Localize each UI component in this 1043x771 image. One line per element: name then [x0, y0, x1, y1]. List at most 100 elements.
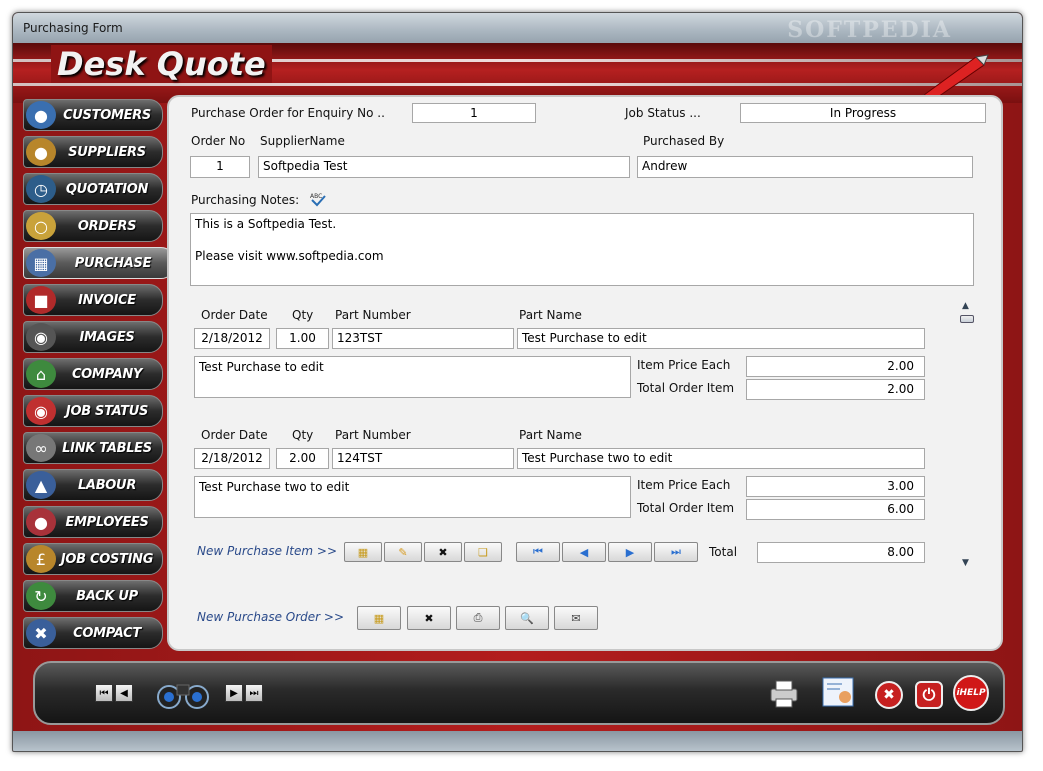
- item-description-field[interactable]: Test Purchase to edit: [194, 356, 631, 398]
- item-price-label: Item Price Each: [637, 358, 731, 372]
- sidebar-item-suppliers[interactable]: ● SUPPLIERS: [23, 136, 163, 168]
- sidebar-item-back-up[interactable]: ↻ BACK UP: [23, 580, 163, 612]
- item-part-name-field[interactable]: Test Purchase two to edit: [517, 448, 925, 469]
- add-order-button[interactable]: ▦: [357, 606, 401, 630]
- previous-item-button[interactable]: ◀: [562, 542, 606, 562]
- add-icon: ▦: [373, 611, 385, 625]
- header-stripe: [13, 83, 1022, 86]
- add-item-button[interactable]: ▦: [344, 542, 382, 562]
- supplier-name-field[interactable]: Softpedia Test: [258, 156, 630, 178]
- sidebar-item-company[interactable]: ⌂ COMPANY: [23, 358, 163, 390]
- delete-item-button[interactable]: ✖: [424, 542, 462, 562]
- employees-icon: ●: [26, 508, 56, 536]
- copy-item-button[interactable]: ❏: [464, 542, 502, 562]
- sidebar-item-label: JOB STATUS: [65, 403, 149, 419]
- printer-icon[interactable]: [767, 677, 801, 709]
- purchasing-notes-field[interactable]: This is a Softpedia Test. Please visit w…: [190, 213, 974, 286]
- item-price-field[interactable]: 2.00: [746, 356, 925, 377]
- copy-icon: ❏: [478, 545, 488, 559]
- supplier-name-label: SupplierName: [260, 134, 345, 148]
- sidebar-item-compact[interactable]: ✖ COMPACT: [23, 617, 163, 649]
- sidebar-item-label: QUOTATION: [65, 181, 149, 197]
- part-number-header: Part Number: [335, 308, 411, 322]
- job-status-field[interactable]: In Progress: [740, 103, 986, 123]
- print-order-button[interactable]: ⎙: [456, 606, 500, 630]
- sidebar-item-labour[interactable]: ▲ LABOUR: [23, 469, 163, 501]
- item-order-date-field[interactable]: 2/18/2012: [194, 448, 270, 469]
- total-order-item-label: Total Order Item: [637, 501, 735, 515]
- total-order-item-field[interactable]: 6.00: [746, 499, 925, 520]
- sidebar-item-quotation[interactable]: ◷ QUOTATION: [23, 173, 163, 205]
- edit-item-button[interactable]: ✎: [384, 542, 422, 562]
- app-logo: Desk Quote: [51, 45, 272, 83]
- quotation-icon: ◷: [26, 175, 56, 203]
- last-item-button[interactable]: ⏭: [654, 542, 698, 562]
- sidebar-item-label: INVOICE: [78, 292, 136, 308]
- sidebar-item-invoice[interactable]: ■ INVOICE: [23, 284, 163, 316]
- sidebar: ● CUSTOMERS ● SUPPLIERS ◷ QUOTATION ○ ORDERS…: [23, 99, 175, 654]
- email-order-button[interactable]: ✉: [554, 606, 598, 630]
- new-purchase-item-link[interactable]: New Purchase Item >>: [197, 544, 337, 558]
- total-label: Total: [709, 545, 738, 559]
- last-record-icon: ⏭: [671, 545, 681, 558]
- order-no-field[interactable]: 1: [190, 156, 250, 178]
- first-item-button[interactable]: ⏮: [516, 542, 560, 562]
- sidebar-item-customers[interactable]: ● CUSTOMERS: [23, 99, 163, 131]
- exit-button[interactable]: ⏻: [915, 681, 943, 709]
- previous-record-icon: ◀: [579, 545, 589, 559]
- sidebar-item-images[interactable]: ◉ IMAGES: [23, 321, 163, 353]
- next-record-button[interactable]: ▶: [225, 684, 243, 702]
- sidebar-item-link-tables[interactable]: ∞ LINK TABLES: [23, 432, 163, 464]
- delete-order-button[interactable]: ✖: [407, 606, 451, 630]
- help-button[interactable]: iHELP: [953, 675, 989, 711]
- scroll-thumb[interactable]: [960, 315, 974, 323]
- qty-header: Qty: [292, 308, 314, 322]
- item-qty-field[interactable]: 2.00: [276, 448, 329, 469]
- total-field[interactable]: 8.00: [757, 542, 925, 563]
- report-icon[interactable]: [820, 675, 856, 711]
- item-part-number-field[interactable]: 123TST: [332, 328, 514, 349]
- sidebar-item-label: EMPLOYEES: [65, 514, 149, 530]
- previous-record-button[interactable]: ◀: [115, 684, 133, 702]
- next-item-button[interactable]: ▶: [608, 542, 652, 562]
- sidebar-item-label: CUSTOMERS: [63, 107, 151, 123]
- item-part-name-field[interactable]: Test Purchase to edit: [517, 328, 925, 349]
- sidebar-item-job-status[interactable]: ◉ JOB STATUS: [23, 395, 163, 427]
- sidebar-item-label: COMPANY: [71, 366, 143, 382]
- preview-order-button[interactable]: 🔍: [505, 606, 549, 630]
- sidebar-item-label: ORDERS: [77, 218, 137, 234]
- sidebar-item-purchase[interactable]: ▦ PURCHASE: [23, 247, 175, 279]
- first-record-button[interactable]: ⏮: [95, 684, 113, 702]
- item-price-label: Item Price Each: [637, 478, 731, 492]
- close-icon: ✖: [883, 687, 895, 703]
- item-qty-field[interactable]: 1.00: [276, 328, 329, 349]
- item-order-date-field[interactable]: 2/18/2012: [194, 328, 270, 349]
- suppliers-icon: ●: [26, 138, 56, 166]
- item-part-number-field[interactable]: 124TST: [332, 448, 514, 469]
- sidebar-item-label: LINK TABLES: [62, 440, 152, 456]
- enquiry-number-field[interactable]: 1: [412, 103, 536, 123]
- total-order-item-field[interactable]: 2.00: [746, 379, 925, 400]
- company-icon: ⌂: [26, 360, 56, 388]
- purchased-by-field[interactable]: Andrew: [637, 156, 973, 178]
- next-record-icon: ▶: [230, 687, 238, 699]
- printer-icon: ⎙: [473, 611, 483, 624]
- last-record-button[interactable]: ⏭: [245, 684, 263, 702]
- sidebar-item-orders[interactable]: ○ ORDERS: [23, 210, 163, 242]
- scroll-down-icon[interactable]: ▼: [962, 558, 969, 568]
- sidebar-item-employees[interactable]: ● EMPLOYEES: [23, 506, 163, 538]
- close-button[interactable]: ✖: [875, 681, 903, 709]
- compact-icon: ✖: [26, 619, 56, 647]
- spell-check-icon[interactable]: ABC: [309, 191, 327, 207]
- sidebar-item-job-costing[interactable]: £ JOB COSTING: [23, 543, 163, 575]
- new-purchase-order-link[interactable]: New Purchase Order >>: [197, 610, 344, 624]
- enquiry-label: Purchase Order for Enquiry No ..: [191, 106, 385, 120]
- binoculars-icon[interactable]: [155, 673, 211, 713]
- add-icon: ▦: [357, 545, 369, 559]
- item-description-field[interactable]: Test Purchase two to edit: [194, 476, 631, 518]
- scroll-up-icon[interactable]: ▲: [962, 301, 969, 311]
- app-header: Desk Quote: [13, 43, 1022, 103]
- item-price-field[interactable]: 3.00: [746, 476, 925, 497]
- job-costing-icon: £: [26, 545, 56, 573]
- delete-icon: ✖: [424, 611, 434, 625]
